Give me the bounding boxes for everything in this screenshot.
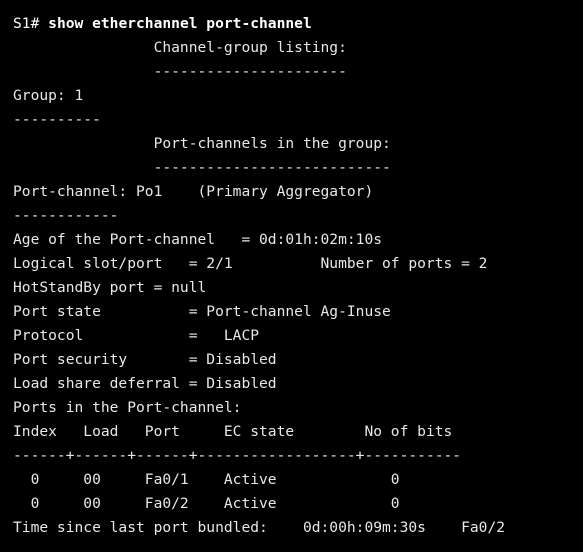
port-channel-underline: ------------ — [13, 207, 119, 224]
protocol-field: Protocol = LACP — [13, 327, 260, 344]
ports-table-row: 0 00 Fa0/2 Active 0 — [13, 495, 400, 512]
port-security-field: Port security = Disabled — [13, 351, 277, 368]
ports-table-row: 0 00 Fa0/1 Active 0 — [13, 471, 400, 488]
port-channels-underline: --------------------------- — [13, 159, 391, 176]
command-line: S1# show etherchannel port-channel — [13, 12, 583, 36]
load-share-deferral-field: Load share deferral = Disabled — [13, 375, 277, 392]
logical-slot-field: Logical slot/port = 2/1 Number of ports … — [13, 255, 488, 272]
group-label: Group: 1 — [13, 87, 84, 104]
age-field: Age of the Port-channel = 0d:01h:02m:10s — [13, 231, 383, 248]
ports-table-divider: ------+------+------+------------------+… — [13, 447, 462, 464]
ports-table-header: Index Load Port EC state No of bits — [13, 423, 453, 440]
port-state-field: Port state = Port-channel Ag-Inuse — [13, 303, 391, 320]
hotstandby-field: HotStandBy port = null — [13, 279, 207, 296]
heading-underline: ---------------------- — [13, 63, 347, 80]
terminal-output: S1# show etherchannel port-channel Chann… — [0, 0, 583, 552]
group-underline: ---------- — [13, 111, 101, 128]
port-channels-heading: Port-channels in the group: — [13, 135, 391, 152]
port-channel-label: Port-channel: Po1 (Primary Aggregator) — [13, 183, 374, 200]
time-since-last-bundled: Time since last port bundled: 0d:00h:09m… — [13, 519, 506, 536]
command-text: show etherchannel port-channel — [48, 15, 312, 32]
channel-group-listing-heading: Channel-group listing: — [13, 39, 347, 56]
ports-in-port-channel-heading: Ports in the Port-channel: — [13, 399, 242, 416]
prompt: S1# — [13, 15, 49, 32]
